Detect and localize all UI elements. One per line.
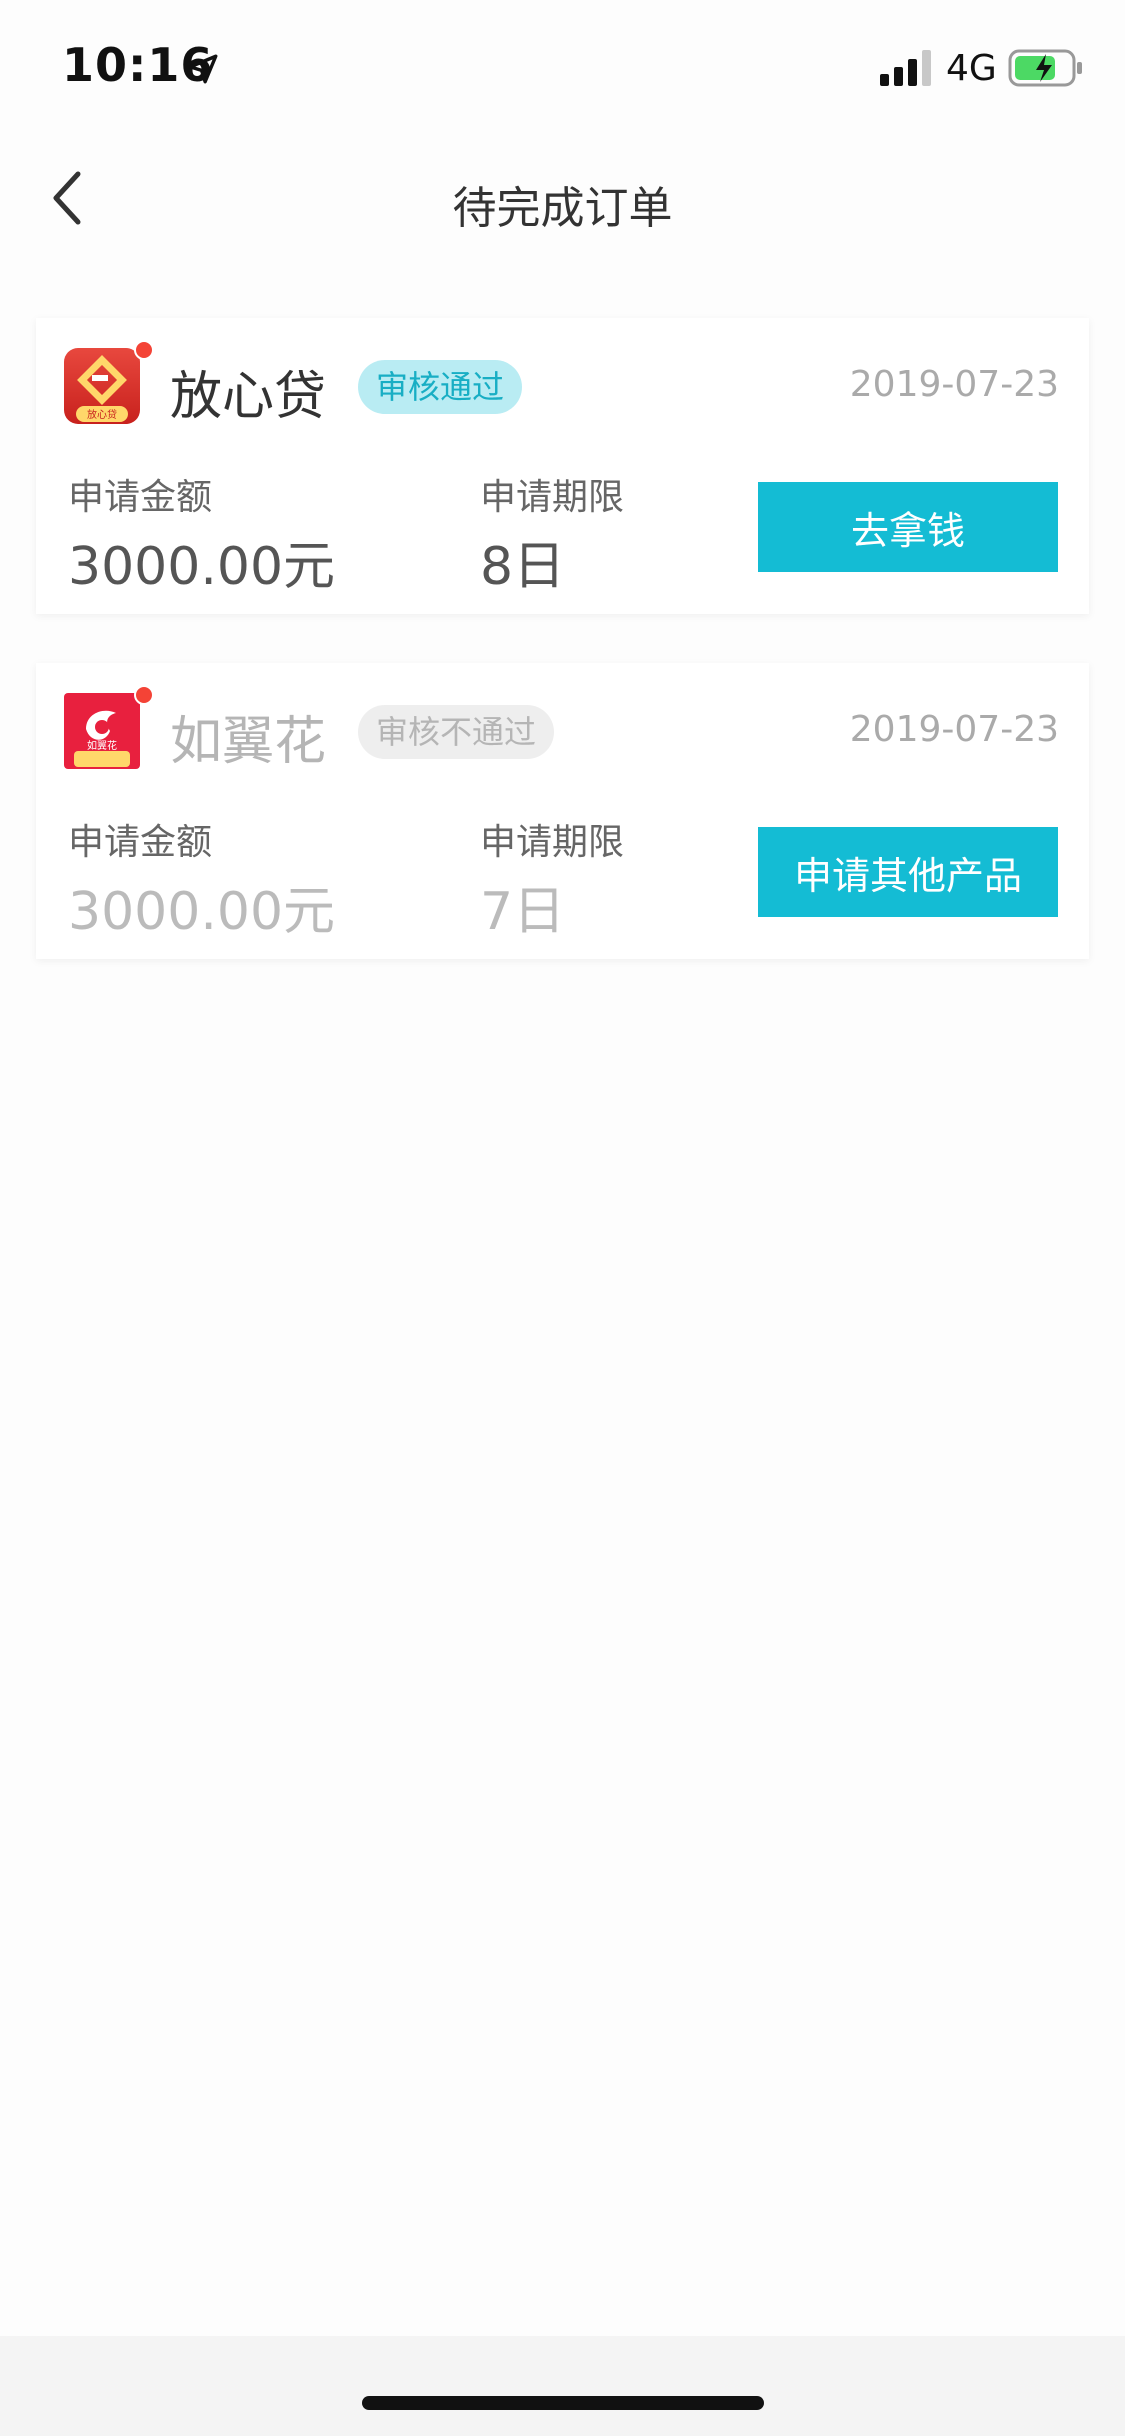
term-value: 7日 xyxy=(480,882,566,942)
logo-text: 如翼花 xyxy=(87,739,117,752)
logo-text: 放心贷 xyxy=(87,408,117,421)
amount-value: 3000.00元 xyxy=(68,882,336,942)
status-bar: 10:16 4G xyxy=(0,0,1125,132)
apply-other-products-button[interactable]: 申请其他产品 xyxy=(758,827,1058,917)
order-card[interactable]: 如翼花 如翼花 审核不通过 2019-07-23 申请金额 3000.00元 申… xyxy=(36,663,1089,959)
notification-dot xyxy=(134,340,154,360)
term-label: 申请期限 xyxy=(480,477,625,518)
get-money-button[interactable]: 去拿钱 xyxy=(758,482,1058,572)
term-label: 申请期限 xyxy=(480,822,625,863)
product-name: 放心贷 xyxy=(170,367,327,427)
status-badge: 审核不通过 xyxy=(358,705,555,759)
order-date: 2019-07-23 xyxy=(849,709,1059,750)
order-date: 2019-07-23 xyxy=(849,364,1059,405)
amount-label: 申请金额 xyxy=(68,822,213,863)
status-badge: 审核通过 xyxy=(358,360,523,414)
location-arrow-icon xyxy=(188,54,218,84)
page-title: 待完成订单 xyxy=(452,183,673,234)
fangxindai-logo-icon: 放心贷 xyxy=(64,348,140,424)
product-name: 如翼花 xyxy=(170,712,327,772)
home-indicator-area xyxy=(0,2336,1125,2436)
home-indicator[interactable] xyxy=(362,2396,764,2410)
notification-dot xyxy=(134,685,154,705)
ruyihua-logo-icon: 如翼花 xyxy=(64,693,140,769)
navigation-bar: 待完成订单 xyxy=(0,132,1125,264)
network-type: 4G xyxy=(946,48,997,89)
battery-charging-icon xyxy=(1008,49,1082,87)
signal-icon xyxy=(880,50,931,86)
term-value: 8日 xyxy=(480,537,566,597)
order-card[interactable]: 放心贷 放心贷 审核通过 2019-07-23 申请金额 3000.00元 申请… xyxy=(36,318,1089,614)
amount-label: 申请金额 xyxy=(68,477,213,518)
amount-value: 3000.00元 xyxy=(68,537,336,597)
